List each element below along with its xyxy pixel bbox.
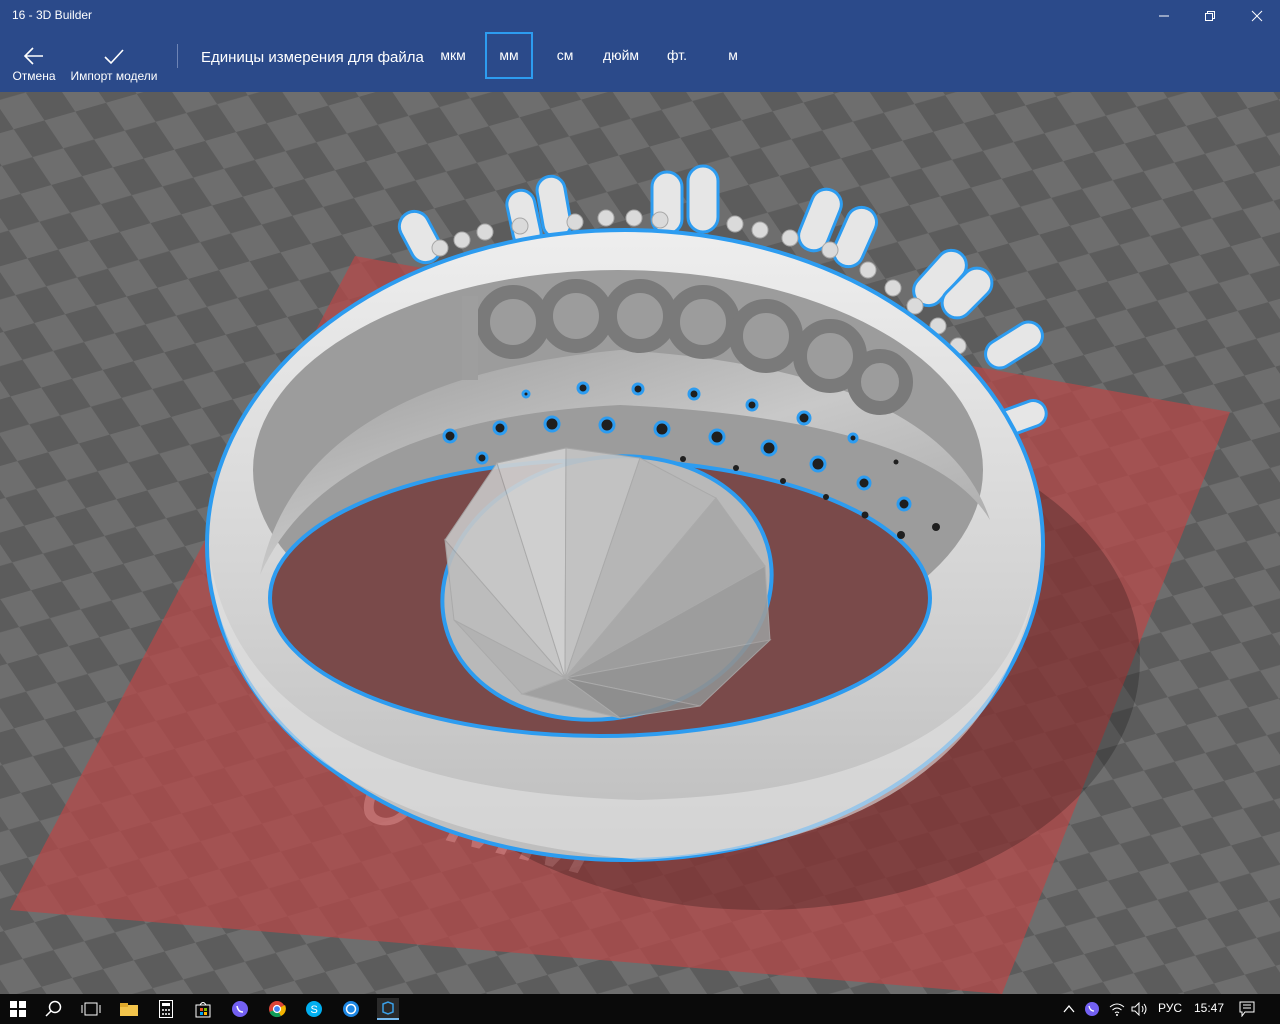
cancel-label: Отмена (12, 69, 56, 83)
restore-button[interactable] (1187, 0, 1233, 32)
chrome-icon (269, 1001, 286, 1018)
windows-logo-icon (10, 1001, 26, 1017)
unit-option-meter[interactable]: м (718, 32, 748, 79)
minimize-button[interactable] (1141, 0, 1187, 32)
checkmark-icon (104, 49, 124, 65)
skype-taskbar-icon[interactable]: S (303, 998, 325, 1020)
action-center-button[interactable] (1236, 998, 1258, 1020)
speaker-icon (1131, 1002, 1147, 1016)
show-hidden-icons-button[interactable] (1058, 998, 1080, 1020)
chevron-up-icon (1063, 1004, 1075, 1013)
search-button[interactable] (43, 998, 65, 1020)
network-tray-icon[interactable] (1106, 998, 1128, 1020)
window-title: 16 - 3D Builder (12, 8, 93, 22)
title-bar: 16 - 3D Builder (0, 0, 1280, 32)
unit-option-inch[interactable]: дюйм (595, 32, 647, 79)
toolbar-divider (177, 44, 178, 68)
viber-icon (232, 1001, 248, 1017)
start-button[interactable] (7, 998, 29, 1020)
clock[interactable]: 15:47 (1194, 1001, 1224, 1015)
chrome-taskbar-icon[interactable] (266, 998, 288, 1020)
import-toolbar: Отмена Импорт модели Единицы измерения д… (0, 32, 1280, 92)
close-icon (1251, 10, 1263, 22)
task-view-button[interactable] (80, 998, 102, 1020)
cancel-button[interactable]: Отмена (6, 32, 62, 92)
unit-option-centimeter[interactable]: см (546, 32, 584, 79)
unit-option-micrometer[interactable]: мкм (433, 32, 473, 79)
file-explorer-taskbar-icon[interactable] (118, 998, 140, 1020)
skype-icon: S (306, 1001, 322, 1017)
store-taskbar-icon[interactable] (192, 998, 214, 1020)
circle-app-icon (343, 1001, 359, 1017)
import-label: Импорт модели (70, 69, 158, 83)
app-taskbar-icon[interactable] (340, 998, 362, 1020)
store-bag-icon (195, 1002, 211, 1018)
volume-tray-icon[interactable] (1129, 998, 1151, 1020)
calculator-taskbar-icon[interactable] (155, 998, 177, 1020)
units-label: Единицы измерения для файла (201, 49, 424, 66)
wifi-icon (1109, 1003, 1125, 1016)
viber-icon (1085, 1002, 1099, 1016)
svg-text:S: S (311, 1004, 318, 1016)
calculator-icon (159, 1000, 173, 1018)
minimize-icon (1159, 15, 1169, 17)
3d-builder-icon (382, 1001, 394, 1015)
task-view-icon (81, 1002, 101, 1016)
3d-viewport[interactable]: 0 мм (0, 92, 1280, 994)
import-model-button[interactable]: Импорт модели (66, 32, 162, 92)
input-language-indicator[interactable]: РУС (1158, 1001, 1182, 1015)
close-button[interactable] (1234, 0, 1280, 32)
viber-taskbar-icon[interactable] (229, 998, 251, 1020)
unit-option-millimeter[interactable]: мм (485, 32, 533, 79)
notification-icon (1239, 1001, 1255, 1017)
back-arrow-icon (23, 47, 43, 65)
unit-option-foot[interactable]: фт. (659, 32, 695, 79)
search-icon (45, 1000, 62, 1017)
taskbar: S РУС 15:47 (0, 994, 1280, 1024)
folder-icon (120, 1003, 138, 1016)
3d-builder-taskbar-icon[interactable] (377, 998, 399, 1020)
restore-icon (1205, 11, 1215, 21)
viber-tray-icon[interactable] (1081, 998, 1103, 1020)
